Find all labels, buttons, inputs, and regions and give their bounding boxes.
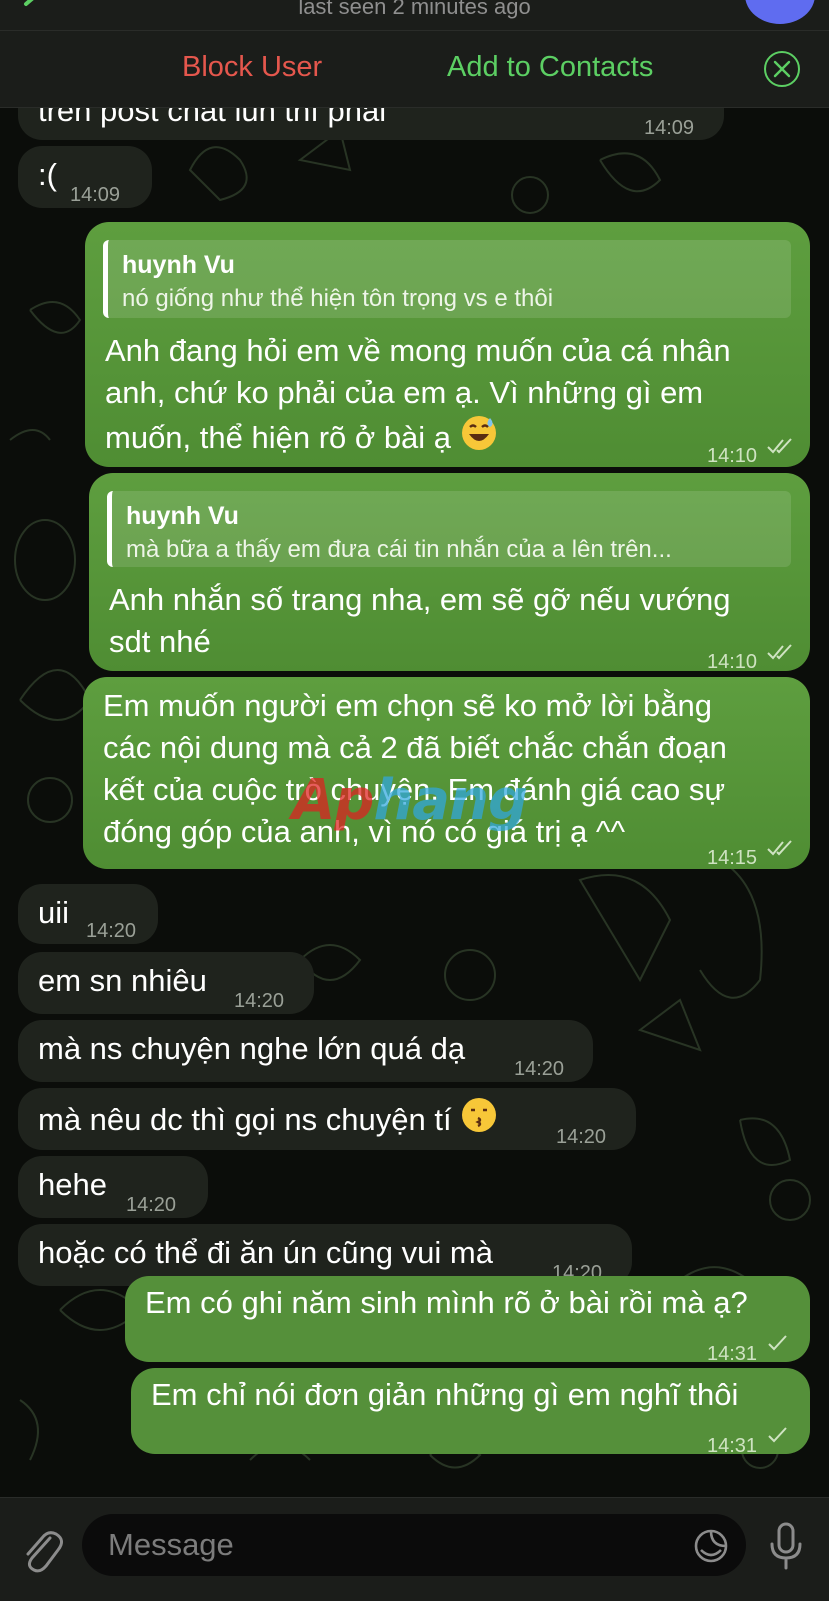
message-text: em sn nhiêu <box>38 963 207 998</box>
double-check-icon <box>767 644 792 660</box>
message-line: muốn, thể hiện rõ ở bài ạ <box>105 420 452 455</box>
check-icon <box>768 1335 787 1351</box>
avatar[interactable] <box>745 0 815 24</box>
chat-header: last seen 2 minutes ago <box>0 0 829 30</box>
contact-action-bar: Block User Add to Contacts <box>0 30 829 108</box>
message-outgoing[interactable]: Em chỉ nói đơn giản những gì em nghĩ thô… <box>131 1368 810 1457</box>
message-incoming[interactable]: :( 14:09 <box>18 146 152 208</box>
message-time: 14:20 <box>514 1058 565 1080</box>
message-outgoing[interactable]: Em có ghi năm sinh mình rõ ở bài rồi mà … <box>125 1276 810 1365</box>
message-time: 14:15 <box>707 847 758 869</box>
message-text: mà nêu dc thì gọi ns chuyện tí <box>38 1102 452 1137</box>
reply-quote[interactable]: huynh Vu mà bữa a thấy em đưa cái tin nh… <box>107 491 791 567</box>
message-text: uii <box>38 895 70 930</box>
message-outgoing[interactable]: huynh Vu nó giống như thể hiện tôn trọng… <box>85 222 810 467</box>
reply-quote[interactable]: huynh Vu nó giống như thể hiện tôn trọng… <box>103 240 791 318</box>
close-icon[interactable] <box>764 51 800 87</box>
block-user-button[interactable]: Block User <box>182 51 322 84</box>
add-to-contacts-button[interactable]: Add to Contacts <box>447 51 653 84</box>
check-icon <box>768 1427 787 1443</box>
message-text: :( <box>38 157 57 192</box>
message-time: 14:09 <box>70 184 121 206</box>
sticker-icon[interactable] <box>693 1528 729 1564</box>
message-incoming[interactable]: em sn nhiêu 14:20 <box>18 952 314 1014</box>
kissing-emoji <box>462 1098 497 1132</box>
message-time: 14:20 <box>556 1126 607 1148</box>
message-time: 14:20 <box>126 1194 177 1216</box>
message-line: sdt nhé <box>109 624 211 659</box>
watermark-logo: Aphang <box>292 768 528 833</box>
message-incoming[interactable]: hehe 14:20 <box>18 1156 208 1218</box>
message-outgoing[interactable]: huynh Vu mà bữa a thấy em đưa cái tin nh… <box>89 473 810 673</box>
message-text: hoặc có thể đi ăn ún cũng vui mà <box>38 1235 493 1270</box>
message-line: Anh nhắn số trang nha, em sẽ gỡ nếu vướn… <box>109 582 731 617</box>
message-text: mà ns chuyện nghe lớn quá dạ <box>38 1031 466 1066</box>
message-line: Anh đang hỏi em về mong muốn của cá nhân <box>105 333 731 368</box>
message-text: hehe <box>38 1167 107 1202</box>
message-text-with-emoji: mà nêu dc thì gọi ns chuyện tí <box>38 1096 498 1141</box>
message-time: 14:10 <box>707 445 758 467</box>
message-text: Em có ghi năm sinh mình rõ ở bài rồi mà … <box>145 1285 748 1320</box>
double-check-icon <box>767 438 792 454</box>
message-incoming[interactable]: uii 14:20 <box>18 884 158 944</box>
message-text: Em chỉ nói đơn giản những gì em nghĩ thô… <box>151 1377 739 1412</box>
message-incoming[interactable]: mà ns chuyện nghe lớn quá dạ 14:20 <box>18 1020 593 1082</box>
message-time: 14:20 <box>86 920 137 942</box>
message-line-with-emoji: muốn, thể hiện rõ ở bài ạ <box>105 414 731 459</box>
message-composer <box>0 1497 829 1601</box>
message-list[interactable]: trên post chat lun thì phải 14:09 :( 14:… <box>0 0 829 1497</box>
message-time: 14:09 <box>644 117 695 139</box>
message-input[interactable] <box>82 1514 746 1576</box>
reply-text: nó giống như thể hiện tôn trọng vs e thô… <box>122 285 554 312</box>
message-line: anh, chứ ko phải của em ạ. Vì những gì e… <box>105 375 704 410</box>
paperclip-icon[interactable] <box>20 1526 64 1576</box>
reply-text: mà bữa a thấy em đưa cái tin nhắn của a … <box>126 536 672 563</box>
message-time: 14:20 <box>234 990 285 1012</box>
message-incoming[interactable]: mà nêu dc thì gọi ns chuyện tí 14:20 <box>18 1088 636 1150</box>
message-time: 14:31 <box>707 1435 758 1457</box>
message-text: Anh đang hỏi em về mong muốn của cá nhân… <box>105 330 731 459</box>
microphone-icon[interactable] <box>768 1522 804 1572</box>
last-seen-status: last seen 2 minutes ago <box>298 0 531 19</box>
double-check-icon <box>767 840 792 856</box>
message-line: các nội dung mà cả 2 đã biết chắc chắn đ… <box>103 730 727 765</box>
grinning-sweat-emoji <box>461 416 496 450</box>
message-text: Anh nhắn số trang nha, em sẽ gỡ nếu vướn… <box>109 579 731 663</box>
message-line: Em muốn người em chọn sẽ ko mở lời bằng <box>103 688 712 723</box>
